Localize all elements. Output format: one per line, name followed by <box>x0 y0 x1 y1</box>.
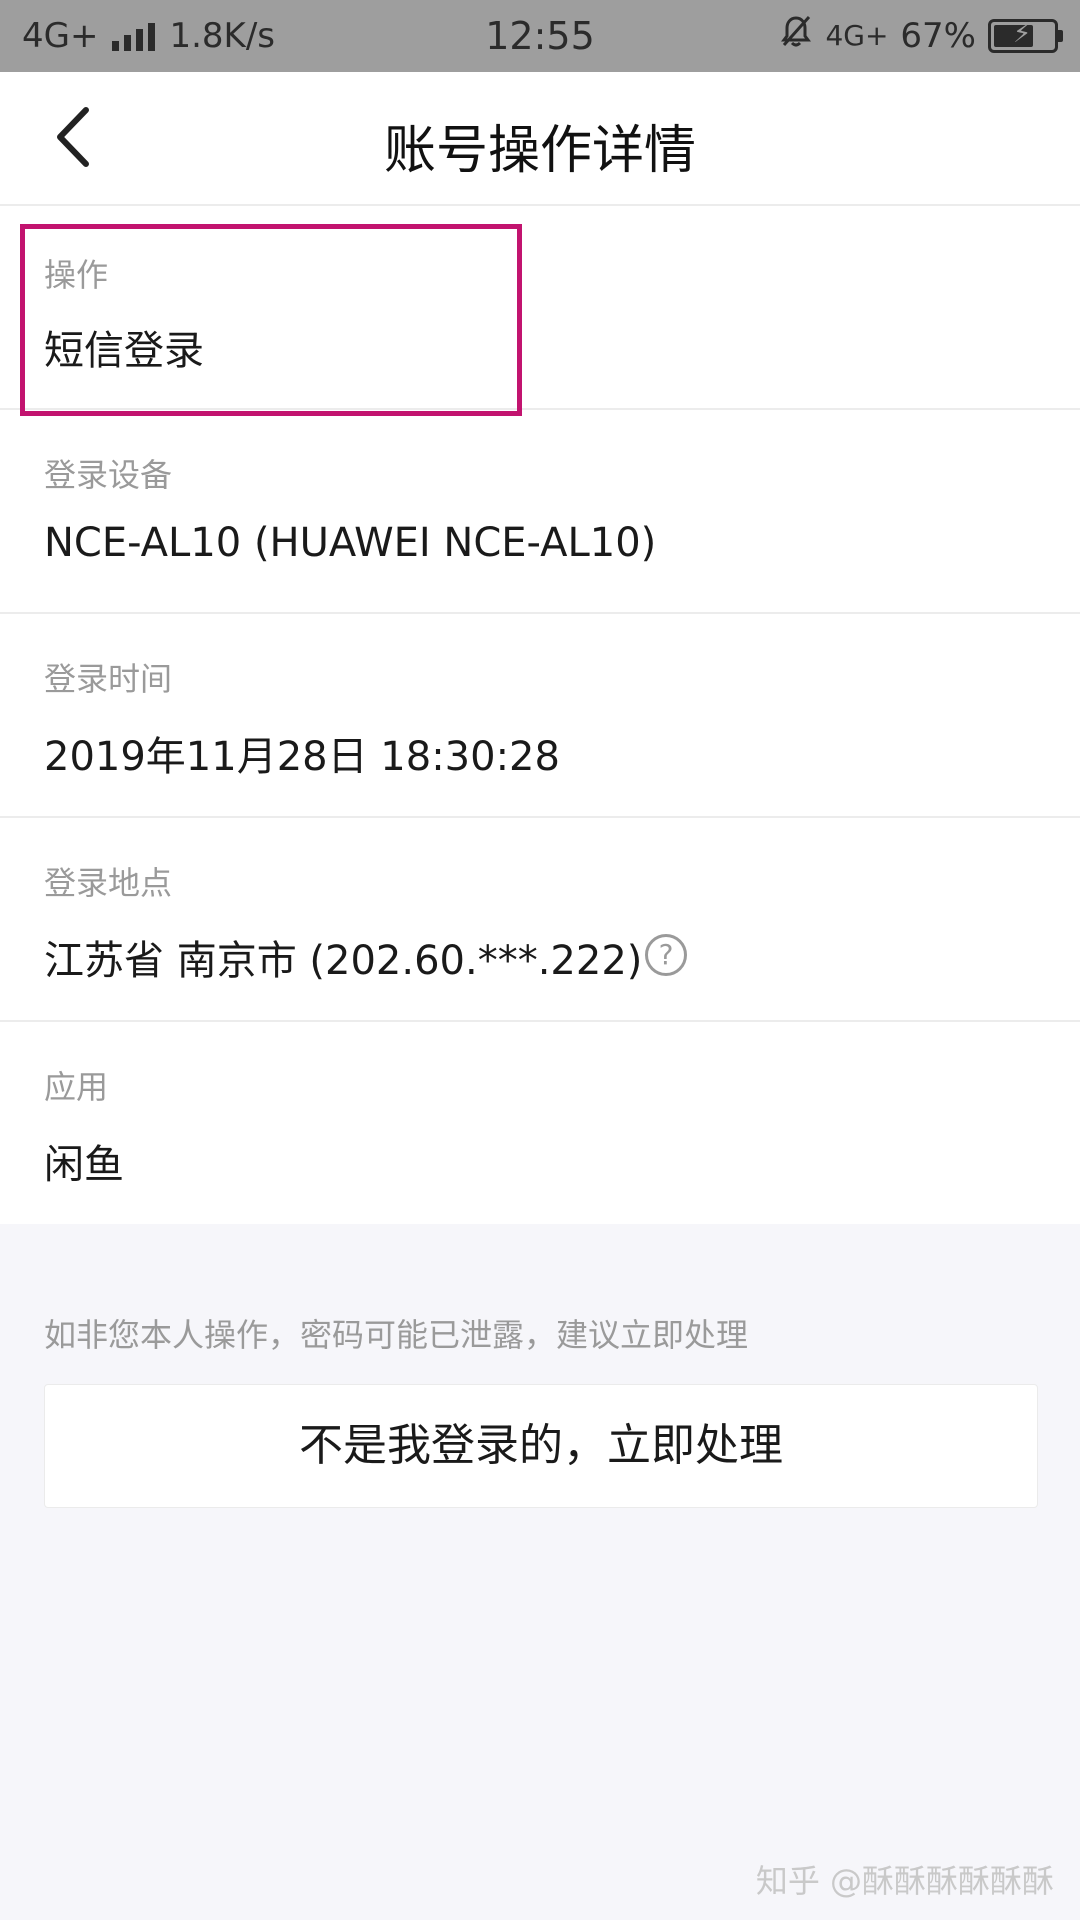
detail-value: NCE-AL10 (HUAWEI NCE-AL10) <box>44 520 657 566</box>
network-type-right: 4G+ <box>825 19 889 52</box>
detail-row-time: 登录时间 2019年11月28日 18:30:28 <box>0 614 1080 818</box>
highlight-box <box>20 224 522 416</box>
report-not-me-button[interactable]: 不是我登录的，立即处理 <box>44 1384 1038 1508</box>
charging-bolt-icon: ⚡ <box>1013 18 1032 49</box>
detail-label: 登录时间 <box>44 660 173 698</box>
detail-row-device: 登录设备 NCE-AL10 (HUAWEI NCE-AL10) <box>0 410 1080 614</box>
status-bar: 4G+ 1.8K/s 12:55 4G+ 67% ⚡ <box>0 0 1080 72</box>
mute-bell-icon <box>779 14 813 57</box>
help-icon[interactable]: ? <box>645 934 687 976</box>
detail-row-app: 应用 闲鱼 <box>0 1022 1080 1224</box>
detail-value: 闲鱼 <box>44 1142 124 1188</box>
nav-header: 账号操作详情 <box>0 72 1080 206</box>
detail-value: 2019年11月28日 18:30:28 <box>44 734 560 780</box>
detail-value: 江苏省 南京市 (202.60.***.222) <box>44 938 643 984</box>
battery-percent: 67% <box>900 15 976 56</box>
detail-row-location: 登录地点 江苏省 南京市 (202.60.***.222) ? <box>0 818 1080 1022</box>
detail-label: 应用 <box>44 1068 109 1106</box>
security-hint: 如非您本人操作，密码可能已泄露，建议立即处理 <box>44 1316 749 1354</box>
status-right: 4G+ 67% ⚡ <box>779 14 1063 57</box>
detail-label: 登录地点 <box>44 864 173 902</box>
watermark: 知乎 @酥酥酥酥酥酥 <box>755 1862 1054 1900</box>
detail-label: 登录设备 <box>44 456 173 494</box>
page-title: 账号操作详情 <box>383 121 696 181</box>
battery-icon: ⚡ <box>988 18 1063 53</box>
